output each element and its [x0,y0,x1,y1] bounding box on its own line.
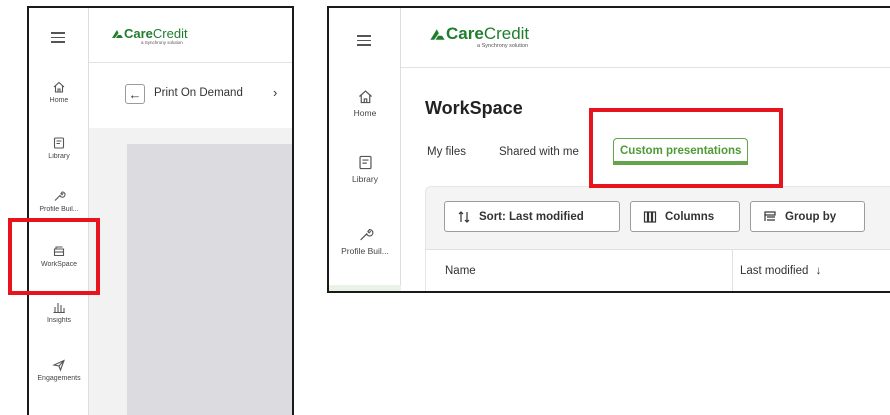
breadcrumb-print-on-demand[interactable]: Print On Demand [154,87,243,99]
logo-text-credit: Credit [483,24,530,43]
nav-item-workspace[interactable]: WorkSpace [29,244,89,268]
nav-item-profile-builder[interactable]: Profile Buil... [329,226,401,256]
group-by-button[interactable]: Group by [750,201,865,232]
sort-label: Sort: Last modified [479,210,584,223]
files-panel: Sort: Last modified Columns Group by Nam… [425,186,890,291]
files-toolbar: Sort: Last modified Columns Group by [444,201,865,232]
nav-label-profile-builder: Profile Buil... [39,206,79,213]
logo-tagline: a Synchrony solution [141,40,183,45]
sort-icon [458,210,470,223]
left-top-bar: Care Credit a Synchrony solution [89,8,292,63]
logo-text-care: Care [124,26,153,41]
nav-label-workspace: WorkSpace [40,261,78,268]
nav-label-profile-builder: Profile Buil... [341,246,389,256]
nav-item-home[interactable]: Home [29,80,89,104]
right-top-bar: Care Credit a Synchrony solution [401,8,890,68]
logo-tagline: a Synchrony solution [477,43,529,49]
home-icon [358,90,372,104]
nav-label-library: Library [352,174,378,184]
library-icon [53,137,65,149]
logo-text-care: Care [446,24,484,43]
left-screenshot: Home Library Profile Buil... WorkSpace I… [27,6,294,415]
nav-label-insights: Insights [46,317,72,324]
left-nav-rail: Home Library Profile Buil... WorkSpace I… [29,8,89,415]
right-screenshot: Home Library Profile Buil... Care Credit … [327,6,890,293]
tab-shared-with-me[interactable]: Shared with me [499,146,587,158]
nav-label-home: Home [353,108,377,118]
leaf-logo-icon [430,28,445,40]
workspace-icon [53,246,65,257]
nav-item-library[interactable]: Library [29,136,89,160]
nav-item-insights[interactable]: Insights [29,300,89,324]
column-header-name[interactable]: Name [445,265,476,277]
column-header-last-modified[interactable]: Last modified ↓ [740,265,821,277]
sort-descending-icon: ↓ [815,265,822,277]
nav-active-indicator [329,285,401,291]
menu-icon[interactable] [357,35,371,46]
last-modified-label: Last modified [740,265,809,277]
column-divider [732,250,733,291]
back-arrow-icon: ← [128,86,142,102]
table-header-row: Name Last modified ↓ [426,249,890,291]
tab-my-files[interactable]: My files [427,146,466,158]
columns-label: Columns [665,210,715,223]
library-icon [358,155,372,170]
home-icon [53,81,65,93]
document-canvas [127,144,292,415]
wrench-icon [359,229,373,241]
back-button[interactable]: ← [125,84,145,104]
right-nav-rail: Home Library Profile Buil... [329,8,401,291]
sort-button[interactable]: Sort: Last modified [444,201,620,232]
chevron-right-icon: › [273,85,278,100]
send-icon [52,359,65,372]
nav-label-library: Library [48,153,70,160]
nav-item-profile-builder[interactable]: Profile Buil... [29,189,89,213]
nav-label-engagements: Engagements [37,375,81,382]
nav-item-home[interactable]: Home [329,88,401,118]
columns-icon [643,210,657,223]
nav-item-engagements[interactable]: Engagements [29,358,89,382]
nav-label-home: Home [49,97,69,104]
carecredit-logo: Care Credit a Synchrony solution [111,26,188,45]
menu-icon[interactable] [51,32,65,43]
leaf-logo-icon [112,29,123,38]
columns-button[interactable]: Columns [630,201,740,232]
insights-icon [53,303,65,314]
page-title: WorkSpace [425,98,523,118]
wrench-icon [54,191,66,201]
tab-custom-presentations[interactable]: Custom presentations [613,138,749,165]
group-by-icon [764,210,776,221]
group-by-label: Group by [785,210,837,223]
carecredit-logo: Care Credit a Synchrony solution [429,24,529,49]
nav-item-library[interactable]: Library [329,154,401,184]
logo-text-credit: Credit [152,26,188,41]
